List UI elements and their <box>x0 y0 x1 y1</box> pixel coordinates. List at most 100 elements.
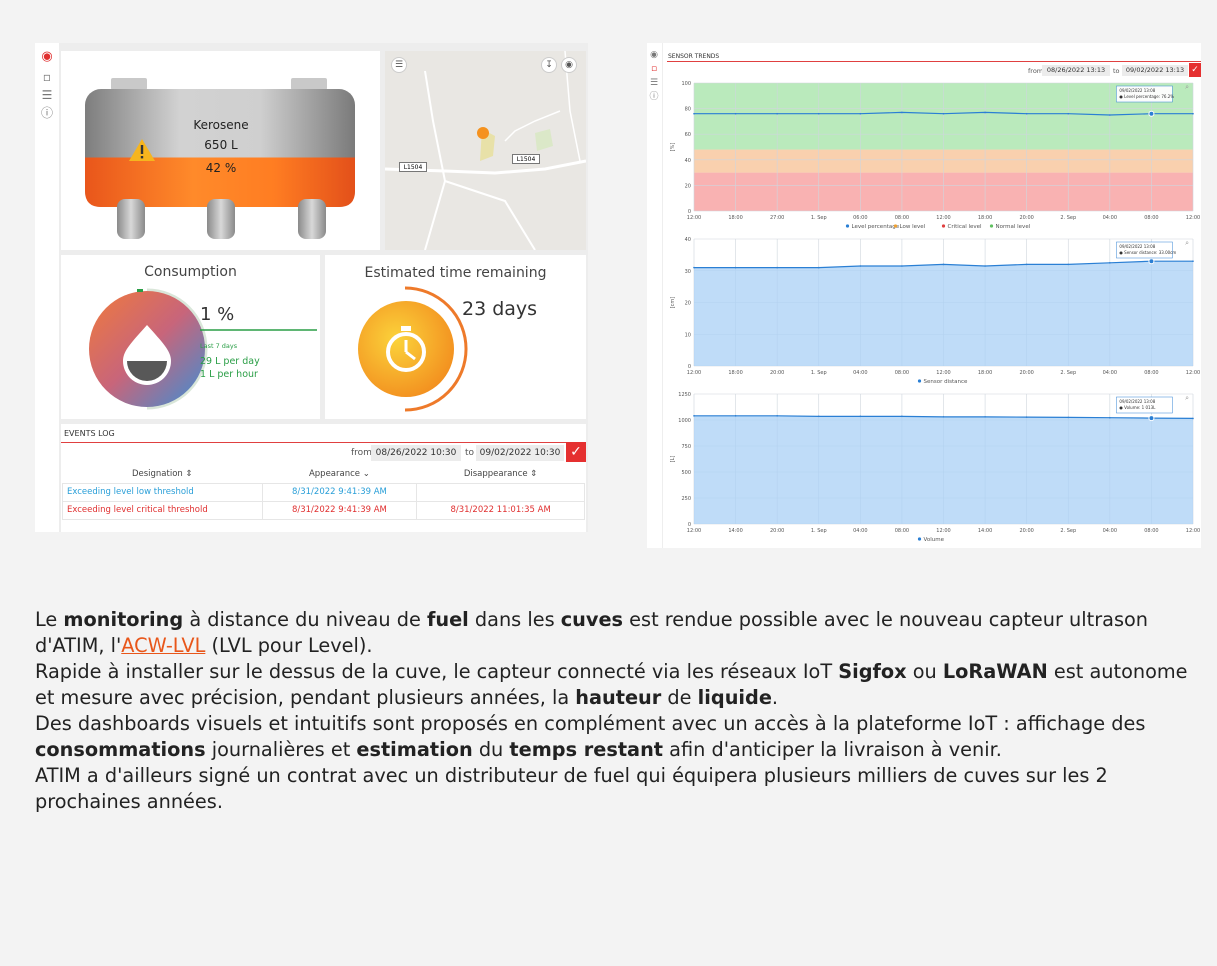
download-icon[interactable]: ↧ <box>541 57 557 73</box>
event-designation: Exceeding level critical threshold <box>62 500 263 520</box>
y-tick-label: 750 <box>681 444 691 450</box>
data-point <box>734 112 737 115</box>
apply-date-button[interactable]: ✓ <box>566 442 586 462</box>
volume-chart[interactable]: 02505007501000125012:00 14:00 20:00 1. Sep 0… <box>667 388 1201 546</box>
tank-leg <box>298 199 326 239</box>
x-tick-label: 20:00 <box>1019 528 1033 534</box>
highlight-point <box>1148 415 1155 422</box>
x-tick-label: 20:00 <box>770 528 784 534</box>
tooltip-text: 09/02/2022 13:08 <box>1119 88 1155 93</box>
product-link[interactable]: ACW-LVL <box>121 634 205 657</box>
event-designation: Exceeding level low threshold <box>62 482 263 502</box>
events-table-header: Designation ⇕ Appearance ⌄ Disappearance… <box>63 465 585 483</box>
y-axis-label: [cm] <box>670 297 676 309</box>
x-tick-label: 20:00 <box>1019 370 1033 376</box>
sensor-trends-screenshot: ◉ ▫ ☰ ⓘ SENSOR TRENDS from 08/26/2022 13… <box>647 43 1201 548</box>
data-point <box>942 112 945 115</box>
location-map[interactable]: L1504 L1504 ☰ ↧ ◉ <box>385 51 586 250</box>
legend-item: Low level <box>900 224 926 230</box>
chart-tooltip: 09/02/2022 13:08● Level percentage: 76.2… <box>1116 85 1174 103</box>
date-to-input[interactable]: 09/02/2022 10:30 <box>476 445 564 461</box>
table-row[interactable]: Exceeding level low threshold 8/31/2022 … <box>62 482 585 502</box>
data-point <box>942 263 945 266</box>
data-point <box>817 266 820 269</box>
tank-product-label: Kerosene <box>193 118 249 132</box>
info-icon[interactable]: ⓘ <box>647 89 661 105</box>
estimated-time-panel: Estimated time remaining 23 days <box>325 255 586 419</box>
estimated-time-value: 23 days <box>462 298 538 320</box>
data-point <box>859 415 862 418</box>
apply-date-button[interactable]: ✓ <box>1189 63 1201 77</box>
tank-location-marker[interactable] <box>477 127 489 139</box>
menu-icon[interactable]: ☰ <box>391 57 407 73</box>
data-point <box>1109 114 1111 116</box>
date-from-input[interactable]: 08/26/2022 10:30 <box>371 445 461 461</box>
data-point <box>984 111 986 114</box>
y-tick-label: 250 <box>681 496 691 502</box>
info-icon[interactable]: ⓘ <box>38 105 56 121</box>
data-point <box>1109 416 1111 419</box>
consumption-period: Last 7 days <box>200 342 238 350</box>
data-point <box>693 266 695 269</box>
legend-marker <box>893 224 898 228</box>
data-point <box>1067 416 1070 419</box>
y-tick-label: 500 <box>681 470 691 476</box>
sensor-distance-chart[interactable]: 01020304012:00 18:00 20:00 1. Sep 04:00 08:00… <box>667 233 1201 388</box>
tooltip-text: 09/02/2022 13:08 <box>1119 244 1155 249</box>
level-percentage-chart[interactable]: 02040608010012:00 18:00 27:00 1. Sep 06:00 08… <box>667 77 1201 233</box>
data-point <box>1192 417 1194 420</box>
x-tick-label: 18:00 <box>978 215 992 221</box>
zoom-icon: ⌕ <box>1185 239 1189 247</box>
bar-chart-icon[interactable]: ▫ <box>38 69 56 85</box>
date-from-label: from <box>351 448 372 458</box>
x-tick-label: 18:00 <box>728 370 742 376</box>
data-point <box>734 415 737 417</box>
article-paragraph: Le monitoring à distance du niveau de fu… <box>35 608 1149 657</box>
article-text: Le monitoring à distance du niveau de fu… <box>35 607 1195 815</box>
x-tick-label: 12:00 <box>1186 528 1200 534</box>
map-canvas[interactable] <box>385 51 586 250</box>
eye-icon[interactable]: ◉ <box>561 57 577 73</box>
event-disappearance: 8/31/2022 11:01:35 AM <box>416 500 585 520</box>
zoom-icon: ⌕ <box>1185 83 1189 91</box>
x-tick-label: 04:00 <box>853 528 867 534</box>
legend-item: Critical level <box>948 224 983 230</box>
x-tick-label: 18:00 <box>728 215 742 221</box>
settings-sliders-icon[interactable]: ☰ <box>38 87 56 103</box>
date-to-input[interactable]: 09/02/2022 13:13 <box>1122 65 1188 76</box>
x-tick-label: 12:00 <box>936 370 950 376</box>
consumption-percent: 1 % <box>200 304 235 325</box>
tank-hatch <box>111 78 147 90</box>
y-tick-label: 10 <box>685 332 691 338</box>
y-tick-label: 1250 <box>678 392 691 398</box>
alarm-icon[interactable]: ◉ <box>38 49 56 65</box>
data-point <box>776 415 778 417</box>
legend-marker <box>989 224 994 228</box>
x-tick-label: 08:00 <box>1144 528 1158 534</box>
y-tick-label: 100 <box>681 81 691 87</box>
tooltip-text: ● Sensor distance: 33.00cm <box>1119 250 1176 255</box>
check-icon: ✓ <box>570 444 582 460</box>
event-appearance: 8/31/2022 9:41:39 AM <box>261 500 418 520</box>
events-log-panel: EVENTS LOG from 08/26/2022 10:30 to 09/0… <box>61 424 586 532</box>
data-point <box>984 416 986 418</box>
x-tick-label: 08:00 <box>1144 370 1158 376</box>
column-header-disappearance[interactable]: Disappearance ⇕ <box>417 465 585 483</box>
y-tick-label: 20 <box>685 183 691 189</box>
article-paragraph: Rapide à installer sur le dessus de la c… <box>35 660 1188 709</box>
x-tick-label: 04:00 <box>1103 215 1117 221</box>
y-axis-label: [%] <box>670 143 676 152</box>
x-tick-label: 27:00 <box>770 215 784 221</box>
events-log-underline <box>61 442 586 443</box>
column-header-appearance[interactable]: Appearance ⌄ <box>262 465 417 483</box>
road-label: L1504 <box>512 154 540 164</box>
date-from-input[interactable]: 08/26/2022 13:13 <box>1042 65 1110 76</box>
consumption-progress-marker <box>137 289 143 292</box>
legend-marker <box>941 224 946 228</box>
series-area <box>694 261 1193 366</box>
table-row[interactable]: Exceeding level critical threshold 8/31/… <box>62 500 585 520</box>
y-tick-label: 30 <box>685 269 691 275</box>
data-point <box>1025 263 1028 266</box>
column-header-designation[interactable]: Designation ⇕ <box>63 465 263 483</box>
data-point <box>901 111 903 114</box>
